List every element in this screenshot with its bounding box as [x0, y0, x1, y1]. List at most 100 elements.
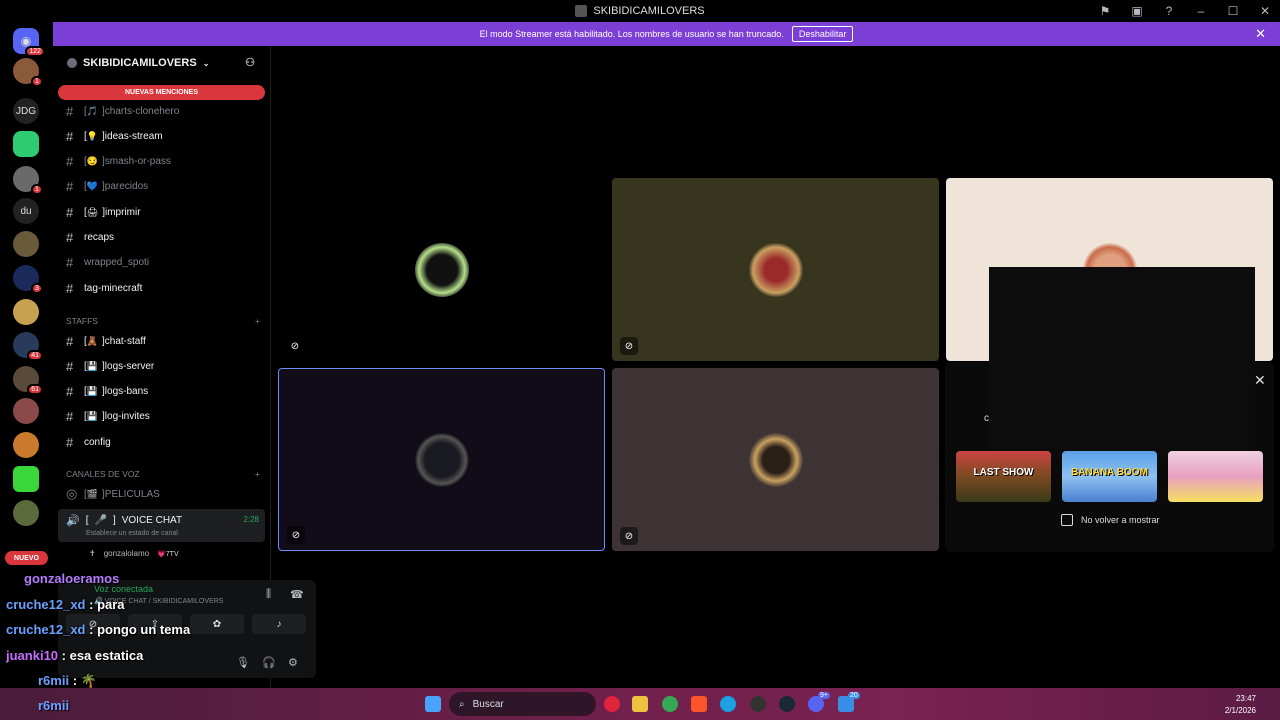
- settings-gear-icon[interactable]: ⚙: [288, 656, 298, 669]
- server-icon[interactable]: 3: [13, 265, 43, 294]
- speaker-icon: 🔊: [66, 515, 80, 527]
- mention-badge: 3: [31, 283, 43, 294]
- voice-channel-peliculas[interactable]: ◎ [ 🎬 ] PELICULAS: [58, 483, 265, 505]
- disable-streamer-button[interactable]: Deshabilitar: [791, 26, 854, 42]
- channel-name: VOICE CHAT: [121, 515, 183, 526]
- mention-badge: 61: [27, 384, 43, 395]
- new-indicator[interactable]: NUEVO: [5, 551, 48, 565]
- inbox-icon[interactable]: ⚑: [1098, 4, 1112, 18]
- noise-icon[interactable]: ⫼: [266, 588, 271, 601]
- server-icon[interactable]: [13, 500, 39, 526]
- chevron-down-icon: ⌄: [202, 58, 210, 68]
- add-channel-icon[interactable]: +: [255, 316, 260, 326]
- channel-name: chat-staff: [104, 335, 146, 347]
- channel-ideas-stream[interactable]: #[ 💡 ] ideas-stream: [58, 125, 265, 147]
- server-icon[interactable]: [13, 432, 39, 458]
- channel-name: log-invites: [104, 411, 150, 423]
- activities-button[interactable]: ✿: [190, 614, 244, 634]
- channel-smash-or-pass[interactable]: #[ 😏 ] smash-or-pass: [58, 151, 265, 173]
- video-tile[interactable]: ⊘: [612, 368, 939, 551]
- screen-share-button[interactable]: ⇪: [128, 614, 182, 634]
- close-window-button[interactable]: ✕: [1258, 4, 1272, 18]
- channel-parecidos[interactable]: #[ 💙 ] parecidos: [58, 176, 265, 198]
- channel-charts-clonehero[interactable]: #[ 🎵 ] charts-clonehero: [58, 100, 265, 122]
- channel-config[interactable]: # config: [58, 431, 265, 453]
- video-tile-speaking[interactable]: ⊘: [278, 368, 605, 551]
- channel-imprimir[interactable]: #[ 🖨 ] imprimir: [58, 201, 265, 223]
- start-icon[interactable]: [425, 696, 441, 712]
- system-clock[interactable]: 23:47 2/1/2026: [1225, 693, 1256, 717]
- close-icon[interactable]: ✕: [1254, 372, 1266, 389]
- channel-name: recaps: [84, 232, 115, 243]
- headphones-icon[interactable]: 🎧: [262, 656, 276, 669]
- mention-badge: 1: [31, 76, 43, 87]
- guild-header[interactable]: SKIBIDICAMILOVERS ⌄ ⚇: [53, 46, 271, 80]
- game-card-last-show[interactable]: LAST SHOW: [956, 451, 1051, 502]
- channel-emoji: 😏: [86, 156, 98, 167]
- category-voice[interactable]: CANALES DE VOZ +: [66, 469, 260, 479]
- category-staffs[interactable]: STAFFS +: [66, 316, 260, 326]
- channel-recaps[interactable]: # recaps: [58, 227, 265, 249]
- voice-panel: Voz conectada 🔊 VOICE CHAT / SKIBIDICAMI…: [58, 580, 316, 678]
- server-icon[interactable]: 1: [13, 58, 43, 87]
- ccleaner-icon[interactable]: [720, 696, 736, 712]
- server-icon[interactable]: [13, 299, 39, 325]
- channel-emoji: 🎤: [94, 515, 107, 526]
- home-button[interactable]: ◉ 122: [13, 28, 45, 57]
- soundboard-button[interactable]: ♪: [252, 614, 306, 634]
- window-title: SKIBIDICAMILOVERS: [593, 5, 705, 17]
- channel-name: imprimir: [105, 206, 141, 218]
- minimize-button[interactable]: –: [1194, 4, 1208, 18]
- server-icon[interactable]: [13, 231, 39, 257]
- server-icon[interactable]: [13, 398, 39, 424]
- server-icon[interactable]: [13, 466, 39, 492]
- obs-icon[interactable]: [750, 696, 766, 712]
- disconnect-icon[interactable]: ☎: [290, 588, 304, 601]
- channel-name: parecidos: [104, 181, 149, 193]
- new-mentions-pill[interactable]: NUEVAS MENCIONES: [58, 85, 265, 100]
- server-icon[interactable]: 41: [13, 332, 43, 361]
- server-icon[interactable]: du: [13, 198, 39, 224]
- microphone-icon[interactable]: 🎙: [236, 656, 250, 669]
- channel-log-invites[interactable]: #[ 💾 ] log-invites: [58, 406, 265, 428]
- chrome-icon[interactable]: [662, 696, 678, 712]
- file-explorer-icon[interactable]: [632, 696, 648, 712]
- user-tag: 💗7TV: [157, 550, 179, 558]
- game-card-chicken[interactable]: [1168, 451, 1263, 502]
- opera-icon[interactable]: [604, 696, 620, 712]
- dont-show-again-checkbox[interactable]: [1061, 514, 1073, 526]
- help-icon[interactable]: ?: [1162, 4, 1176, 18]
- server-rail: ◉ 122 1 JDG 1 du 3 41 61 NUEVO: [0, 22, 53, 688]
- voice-channel-active[interactable]: 🔊 [ 🎤 ] VOICE CHAT 2:28 Establece un est…: [58, 509, 265, 542]
- hash-icon: #: [66, 333, 74, 349]
- add-channel-icon[interactable]: +: [255, 469, 260, 479]
- channel-status[interactable]: Establece un estado de canal: [86, 530, 178, 537]
- brave-icon[interactable]: [691, 696, 707, 712]
- channel-wrapped_spoti[interactable]: # wrapped_spoti: [58, 252, 265, 274]
- invite-icon[interactable]: ⚇: [245, 56, 255, 69]
- channel-chat-staff[interactable]: #[ 🧸 ] chat-staff: [58, 330, 265, 352]
- channel-tag-minecraft[interactable]: # tag-minecraft: [58, 277, 265, 299]
- activity-icon[interactable]: ▣: [1130, 4, 1144, 18]
- video-tile[interactable]: ⊘: [278, 178, 605, 361]
- channel-logs-bans[interactable]: #[ 💾 ] logs-bans: [58, 381, 265, 403]
- steam-icon[interactable]: [779, 696, 795, 712]
- hash-icon: #: [66, 154, 74, 170]
- maximize-button[interactable]: ☐: [1226, 4, 1240, 18]
- server-icon[interactable]: 61: [13, 366, 43, 395]
- close-icon[interactable]: ✕: [1255, 26, 1266, 42]
- channel-name: logs-server: [104, 360, 155, 372]
- taskbar-search[interactable]: ⌕ Buscar: [449, 692, 596, 716]
- streamer-mode-banner: El modo Streamer está habilitado. Los no…: [53, 22, 1280, 46]
- channel-name: charts-clonehero: [104, 105, 180, 117]
- channel-logs-server[interactable]: #[ 💾 ] logs-server: [58, 355, 265, 377]
- server-icon[interactable]: 1: [13, 166, 43, 195]
- video-tile[interactable]: ⊘: [612, 178, 939, 361]
- server-icon[interactable]: [13, 131, 39, 157]
- server-icon[interactable]: JDG: [13, 98, 39, 124]
- taskbar: r6mii ⌕ Buscar 9+ 20 23:47 2/1/2026: [0, 688, 1280, 720]
- voice-user[interactable]: ✝ gonzalolamo 💗7TV: [89, 549, 179, 558]
- camera-off-button[interactable]: ⊘: [66, 614, 120, 634]
- game-card-banana-boom[interactable]: BANANA BOOM: [1062, 451, 1157, 502]
- dont-show-again-row[interactable]: No volver a mostrar: [1061, 514, 1160, 526]
